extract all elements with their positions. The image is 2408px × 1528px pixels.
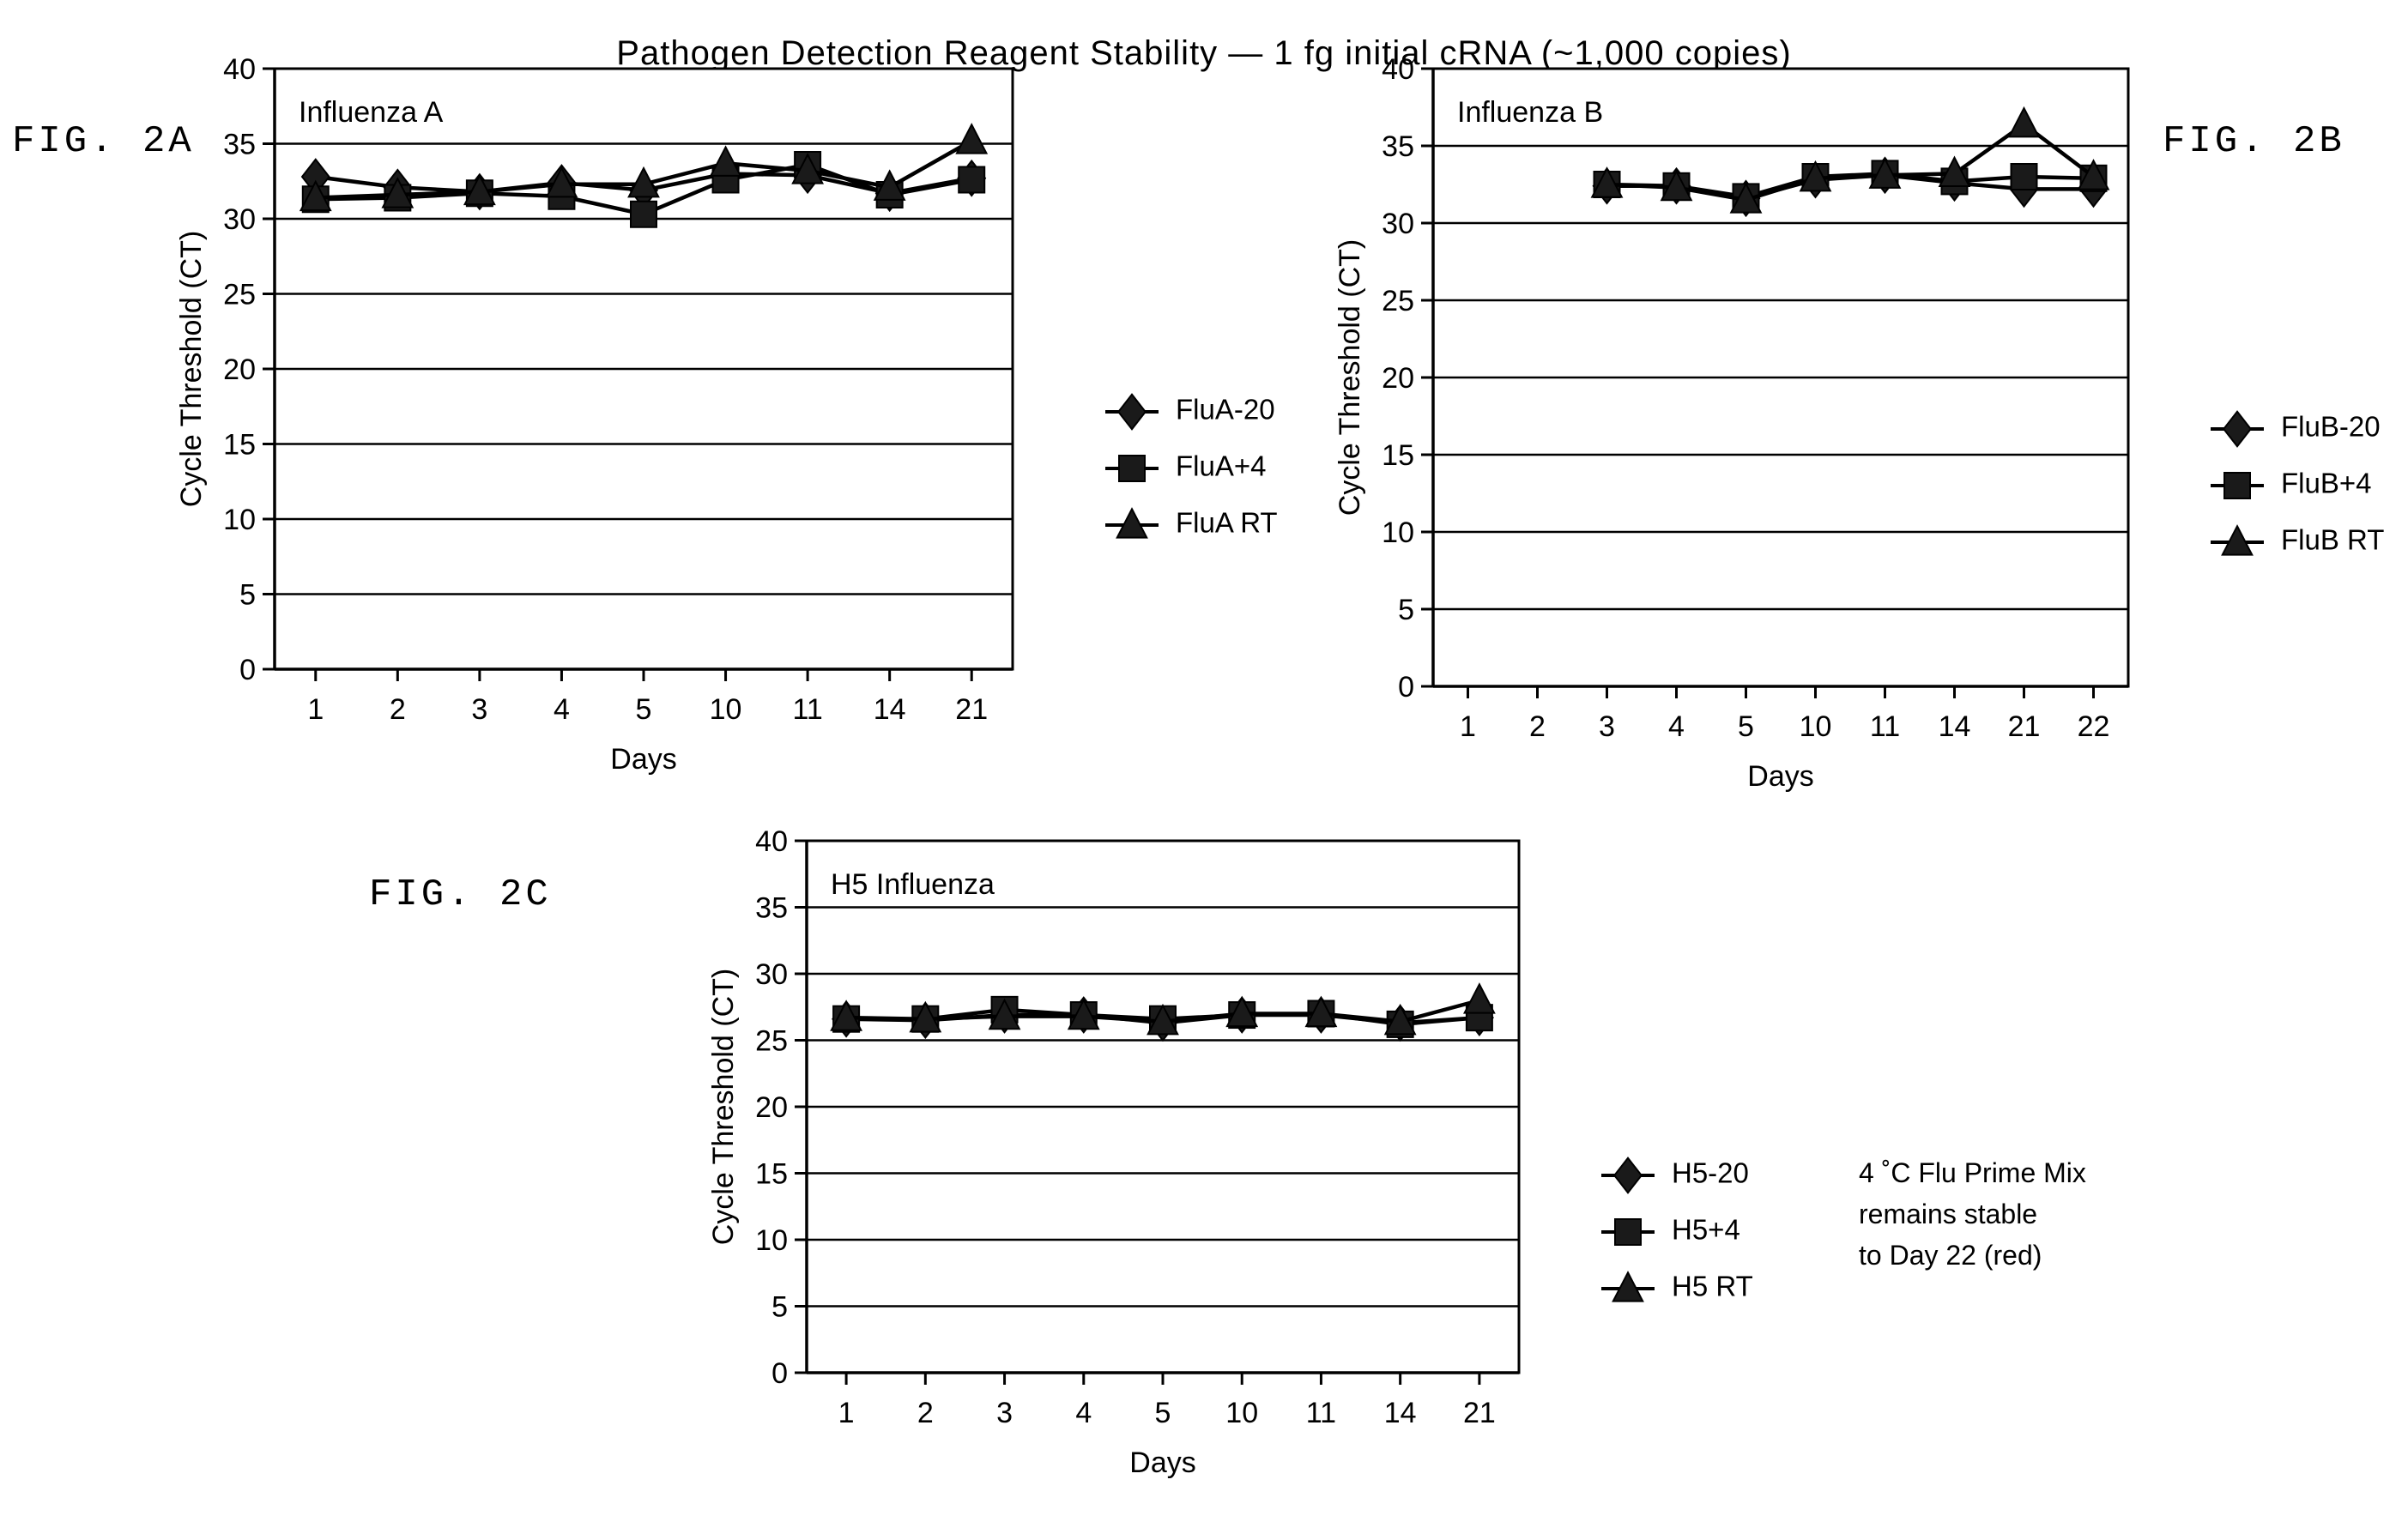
y-tick-label: 25 [223,279,256,311]
x-tick-label: 5 [1738,710,1754,743]
x-tick-label: 10 [1800,710,1832,743]
y-tick-label: 15 [1382,439,1414,472]
legend-label: FluB+4 [2281,468,2371,499]
x-tick-label: 10 [710,693,742,726]
x-tick-label: 11 [792,693,822,726]
legend-marker-square [1614,1218,1642,1246]
annotation-note-2: remains stable [1859,1199,2037,1229]
y-tick-label: 35 [755,892,788,925]
legend-label: H5+4 [1672,1214,1740,1246]
legend-marker-square [1118,455,1146,482]
x-tick-label: 5 [1155,1397,1171,1429]
data-point-square [958,166,986,194]
y-tick-label: 0 [1398,671,1414,704]
y-axis-title: Cycle Threshold (CT) [175,231,208,507]
legend-marker-diamond [1116,393,1147,431]
x-tick-label: 11 [1870,710,1900,743]
x-tick-label: 22 [2078,710,2110,743]
x-tick-label: 3 [996,1397,1013,1429]
y-tick-label: 20 [223,353,256,386]
chart-panel-2a: 0 5 10 15 20 25 30 35 40 1 2 3 4 5 10 11 14 21 Days Cycle T… [154,51,1304,824]
y-tick-label: 35 [223,129,256,161]
x-tick-label: 2 [1529,710,1546,743]
y-tick-label: 20 [755,1091,788,1124]
y-tick-label: 20 [1382,362,1414,395]
legend-label: FluB RT [2281,524,2384,556]
x-tick-label: 10 [1225,1397,1258,1429]
figure-label-2c: FIG. 2C [369,873,552,916]
y-tick-label: 5 [771,1291,788,1324]
x-tick-label: 21 [955,693,988,726]
y-tick-label: 25 [1382,285,1414,317]
chart-panel-2c: 0 5 10 15 20 25 30 35 40 1 2 3 4 5 10 11 14 21 Days Cycle T… [678,824,2086,1519]
y-tick-label: 25 [755,1025,788,1058]
x-tick-label: 5 [636,693,652,726]
legend-label: FluA+4 [1176,450,1266,482]
x-axis-title: Days [610,743,676,776]
x-tick-label: 2 [917,1397,934,1429]
chart-fig2c: 0 5 10 15 20 25 30 35 40 1 2 3 4 5 10 11 14 21 Days Cycle T… [707,825,2086,1479]
legend-marker-triangle [1116,507,1148,539]
plot-caption: Influenza A [299,96,444,129]
legend-label: FluB-20 [2281,411,2381,443]
annotation-note-3: to Day 22 (red) [1859,1240,2042,1271]
data-point-square [2010,163,2038,190]
x-tick-label: 3 [471,693,487,726]
y-tick-label: 5 [239,579,256,612]
x-tick-label: 14 [1939,710,1971,743]
x-tick-label: 1 [307,693,324,726]
y-tick-label: 15 [755,1158,788,1191]
annotation-note-1: 4 ˚C Flu Prime Mix [1859,1157,2086,1188]
plot-caption: H5 Influenza [831,868,995,901]
chart-fig2b: 0 5 10 15 20 25 30 35 40 1 2 3 4 5 10 11 14 21 22 Days Cycle… [1334,53,2384,793]
x-axis-title: Days [1747,760,1813,793]
y-axis-title: Cycle Threshold (CT) [1334,239,1366,516]
y-tick-label: 10 [223,504,256,536]
data-point-square [630,200,657,228]
y-tick-label: 0 [771,1357,788,1390]
y-tick-label: 5 [1398,594,1414,626]
x-tick-label: 14 [874,693,906,726]
y-tick-label: 30 [1382,208,1414,240]
y-tick-label: 40 [1382,53,1414,86]
x-tick-label: 11 [1306,1397,1336,1429]
y-tick-label: 0 [239,654,256,686]
legend-marker-diamond [2222,410,2253,448]
y-tick-label: 30 [223,203,256,236]
y-tick-label: 35 [1382,130,1414,163]
x-tick-label: 14 [1384,1397,1417,1429]
x-tick-label: 4 [1075,1397,1092,1429]
legend-marker-triangle [2221,524,2254,556]
legend-label: H5 RT [1672,1271,1753,1302]
y-axis-title: Cycle Threshold (CT) [707,969,740,1245]
y-tick-label: 40 [223,53,256,86]
x-tick-label: 1 [1460,710,1476,743]
x-tick-label: 21 [1463,1397,1496,1429]
legend-marker-diamond [1612,1157,1643,1194]
x-tick-label: 2 [390,693,406,726]
x-axis-title: Days [1129,1446,1195,1479]
x-tick-label: 3 [1599,710,1615,743]
legend-label: H5-20 [1672,1157,1749,1189]
x-tick-label: 4 [1668,710,1685,743]
legend-label: FluA-20 [1176,394,1275,426]
x-tick-label: 4 [554,693,570,726]
y-tick-label: 15 [223,429,256,462]
y-tick-label: 10 [755,1224,788,1257]
x-tick-label: 21 [2008,710,2041,743]
x-tick-label: 1 [838,1397,855,1429]
plot-caption: Influenza B [1457,96,1603,129]
y-tick-label: 30 [755,958,788,991]
legend-marker-triangle [1612,1271,1644,1302]
legend-label: FluA RT [1176,507,1278,539]
y-tick-label: 10 [1382,516,1414,549]
legend-marker-square [2223,472,2251,499]
y-tick-label: 40 [755,825,788,858]
chart-panel-2b: 0 5 10 15 20 25 30 35 40 1 2 3 4 5 10 11 14 21 22 Days Cycle… [1313,51,2408,858]
chart-fig2a: 0 5 10 15 20 25 30 35 40 1 2 3 4 5 10 11 14 21 Days Cycle T… [175,53,1278,776]
